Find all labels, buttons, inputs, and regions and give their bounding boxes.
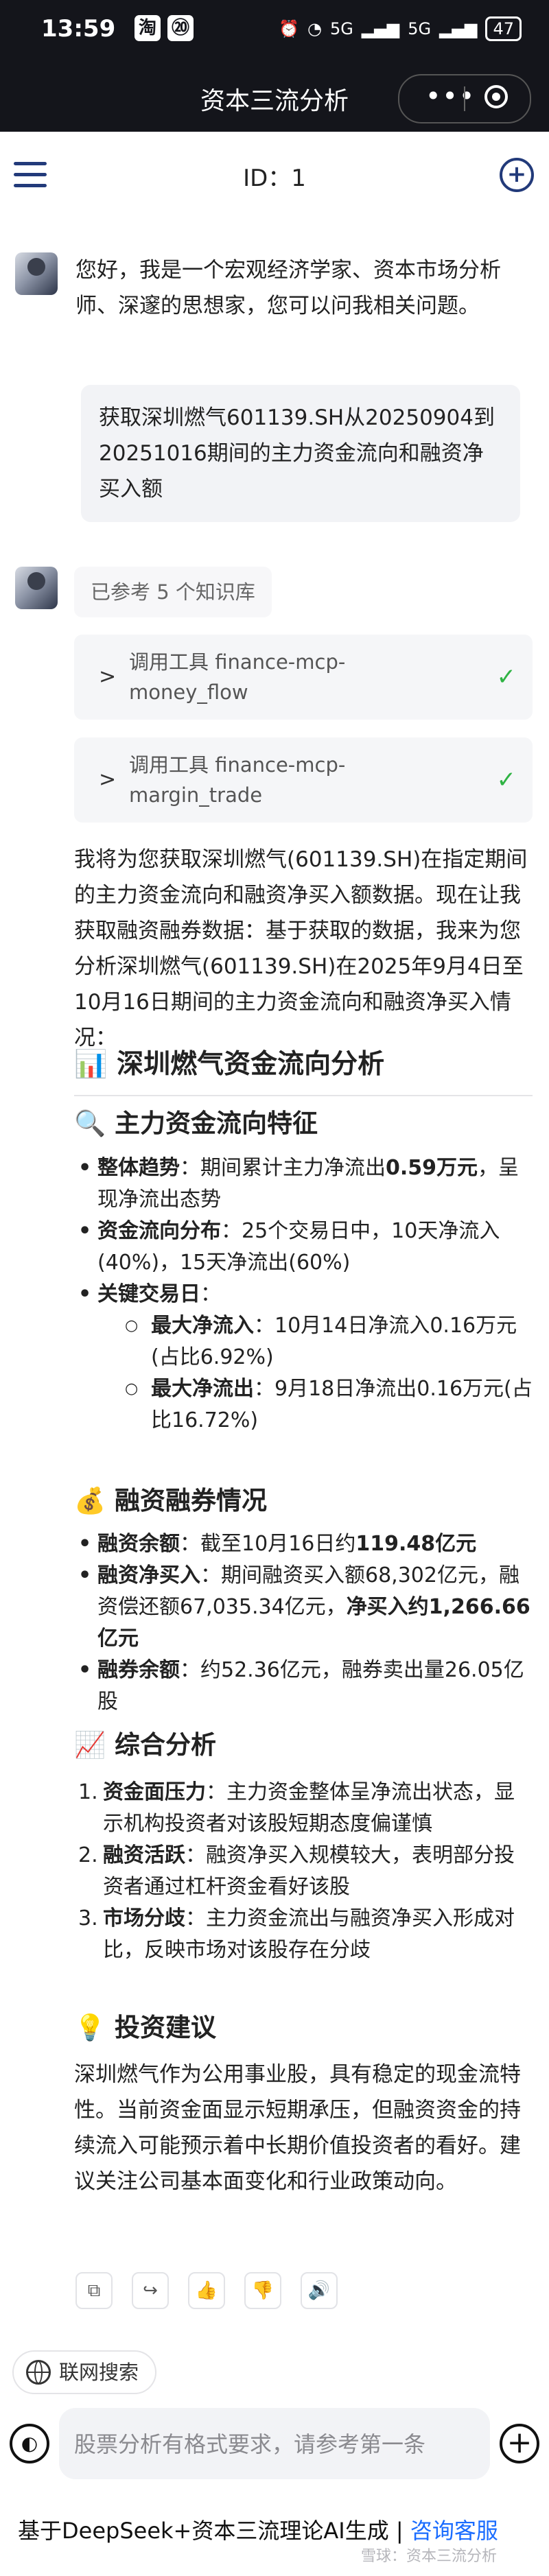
list-item: 2. 融资活跃：融资净买入规模较大，表明部分投资者通过杠杆资金看好该股 <box>78 1843 515 1899</box>
money-flow-list: 整体趋势：期间累计主力净流出0.59万元，呈现净流出态势 资金流向分布：25个交… <box>74 1153 533 1437</box>
web-search-label: 联网搜索 <box>59 2361 139 2384</box>
watermark: 雪球：资本三流分析 <box>361 2548 498 2565</box>
list-item: 融券余额：约52.36亿元，融券卖出量26.05亿股 <box>74 1655 533 1718</box>
thumbs-down-icon[interactable]: 👎 <box>244 2272 281 2309</box>
list-item: 融资余额：截至10月16日约119.48亿元 <box>74 1528 533 1560</box>
tool-call-line: money_flow <box>129 681 248 704</box>
section-heading: 💡 投资建议 <box>74 2009 533 2047</box>
section-heading-text: 融资融券情况 <box>114 1486 267 1515</box>
chat-input-box[interactable] <box>59 2408 490 2481</box>
customer-service-link[interactable]: 咨询客服 <box>410 2518 498 2544</box>
conversation-id: ID：1 <box>243 165 306 192</box>
globe-icon <box>26 2360 51 2385</box>
speaker-icon[interactable]: 🔊 <box>301 2272 338 2309</box>
mini-program-capsule: ••• <box>398 74 531 123</box>
voice-icon[interactable]: ◐ <box>10 2424 49 2463</box>
investment-advice: 深圳燃气作为公用事业股，具有稳定的现金流特性。当前资金面显示短期承压，但融资资金… <box>74 2062 521 2194</box>
section-heading-text: 投资建议 <box>114 2013 216 2042</box>
signal-bars-icon: ▂▄▆ <box>439 19 478 38</box>
tool-call-line: 调用工具 finance-mcp- <box>129 753 346 777</box>
plus-icon[interactable]: + <box>500 2424 539 2463</box>
analysis-heading: 📊 深圳燃气资金流向分析 <box>74 1044 533 1085</box>
wifi-icon: ◔ <box>307 19 322 38</box>
list-item: 整体趋势：期间累计主力净流出0.59万元，呈现净流出态势 <box>74 1153 533 1216</box>
sub-list: 最大净流入：10月14日净流入0.16万元(占比6.92%) 最大净流出：9月1… <box>97 1310 533 1437</box>
analysis-heading-text: 深圳燃气资金流向分析 <box>117 1049 385 1080</box>
magnifier-icon: 🔍 <box>74 1109 106 1138</box>
status-time: 13:59 <box>41 15 116 43</box>
answer-intro: 我将为您获取深圳燃气(601139.SH)在指定期间的主力资金流向和融资净买入额… <box>74 847 528 1050</box>
footer: 基于DeepSeek+资本三流理论AI生成 | 咨询客服 <box>18 2514 498 2545</box>
sub-list-item: 最大净流入：10月14日净流入0.16万元(占比6.92%) <box>97 1310 533 1373</box>
new-chat-icon[interactable]: + <box>500 158 534 192</box>
status-bar: 13:59 淘 ⑳ ⏰ ◔ 5G ▂▄▆ 5G ▂▄▆ 47 <box>0 0 549 66</box>
signal-bars-icon: ▂▄▆ <box>361 19 400 38</box>
check-icon: ✓ <box>496 766 517 794</box>
tool-call-line: 调用工具 finance-mcp- <box>129 650 346 674</box>
signal-2: 5G <box>408 19 432 38</box>
heading-divider <box>74 1095 533 1096</box>
assistant-avatar <box>15 252 58 295</box>
taobao-icon: 淘 <box>135 15 161 41</box>
chat-input[interactable] <box>73 2408 480 2481</box>
list-item: 关键交易日： 最大净流入：10月14日净流入0.16万元(占比6.92%) 最大… <box>74 1279 533 1437</box>
battery-indicator: 47 <box>485 16 522 41</box>
capsule-divider <box>464 86 465 111</box>
section-heading: 🔍 主力资金流向特征 <box>74 1104 533 1143</box>
bar-chart-icon: 📊 <box>74 1049 108 1080</box>
more-icon[interactable]: ••• <box>425 81 476 111</box>
copy-icon[interactable]: ⧉ <box>75 2272 113 2309</box>
status-right: ⏰ ◔ 5G ▂▄▆ 5G ▂▄▆ 47 <box>279 16 522 41</box>
section-heading: 📈 综合分析 <box>74 1726 533 1764</box>
footer-text: 基于DeepSeek+资本三流理论AI生成 | <box>18 2518 410 2544</box>
notification-app-icon: ⑳ <box>167 15 194 41</box>
list-item: 融资净买入：期间融资买入额68,302亿元，融资偿还额67,035.34亿元，净… <box>74 1560 533 1655</box>
chevron-right-icon: > <box>99 665 117 689</box>
chevron-right-icon: > <box>99 768 117 792</box>
tool-call-card[interactable]: > 调用工具 finance-mcp- money_flow ✓ <box>74 635 533 720</box>
web-search-toggle[interactable]: 联网搜索 <box>12 2350 156 2394</box>
margin-list: 融资余额：截至10月16日约119.48亿元 融资净买入：期间融资买入额68,3… <box>74 1528 533 1718</box>
greeting-message: 您好，我是一个宏观经济学家、资本市场分析师、深邃的思想家，您可以问我相关问题。 <box>75 258 501 318</box>
title-bar: 资本三流分析 ••• <box>0 66 549 132</box>
list-item: 1. 资金面压力：主力资金整体呈净流出状态，显示机构投资者对该股短期态度偏谨慎 <box>78 1780 515 1836</box>
tool-call-line: margin_trade <box>129 783 263 807</box>
tool-call-card[interactable]: > 调用工具 finance-mcp- margin_trade ✓ <box>74 737 533 823</box>
section-heading-text: 综合分析 <box>114 1730 216 1760</box>
alarm-icon: ⏰ <box>279 19 299 38</box>
close-circle-icon[interactable] <box>484 85 508 108</box>
list-item: 资金流向分布：25个交易日中，10天净流入(40%)，15天净流出(60%) <box>74 1216 533 1279</box>
list-item: 3. 市场分歧：主力资金流出与融资净买入形成对比，反映市场对该股存在分歧 <box>78 1906 515 1962</box>
thumbs-up-icon[interactable]: 👍 <box>188 2272 225 2309</box>
assistant-avatar <box>15 567 58 609</box>
sub-list-item: 最大净流出：9月18日净流出0.16万元(占比16.72%) <box>97 1373 533 1437</box>
trend-chart-icon: 📈 <box>74 1730 106 1760</box>
signal-1: 5G <box>329 19 353 38</box>
share-icon[interactable]: ↪ <box>132 2272 169 2309</box>
section-heading-text: 主力资金流向特征 <box>114 1109 318 1138</box>
user-message: 获取深圳燃气601139.SH从20250904到20251016期间的主力资金… <box>81 385 520 522</box>
knowledge-reference-chip[interactable]: 已参考 5 个知识库 <box>74 567 272 617</box>
money-bag-icon: 💰 <box>74 1486 106 1515</box>
lightbulb-icon: 💡 <box>74 2013 106 2042</box>
section-heading: 💰 融资融券情况 <box>74 1482 533 1520</box>
check-icon: ✓ <box>496 663 517 691</box>
analysis-list: 1. 资金面压力：主力资金整体呈净流出状态，显示机构投资者对该股短期态度偏谨慎 2… <box>74 1777 533 1966</box>
status-app-icons: 淘 ⑳ <box>135 15 194 41</box>
